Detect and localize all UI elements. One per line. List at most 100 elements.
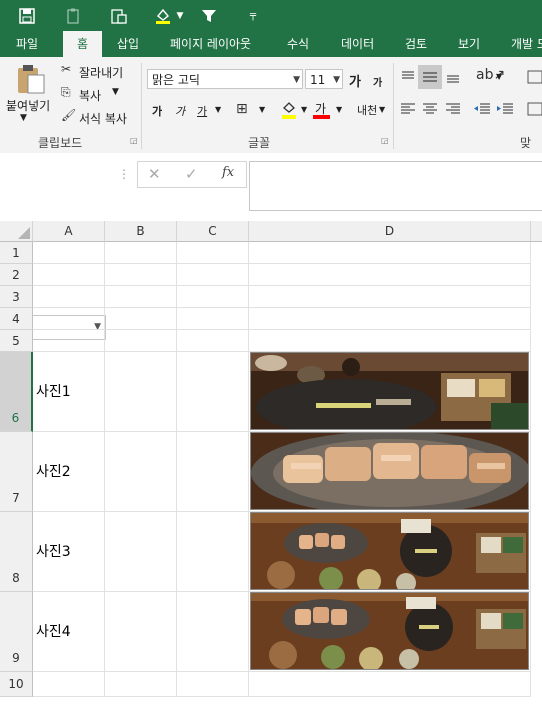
grid-cell-a8[interactable]: 사진3: [33, 512, 105, 592]
grid-cell-a7[interactable]: 사진2: [33, 432, 105, 512]
row-header[interactable]: 9: [0, 592, 33, 672]
tab-home[interactable]: 홈: [63, 31, 102, 57]
grid-cell[interactable]: [177, 512, 249, 592]
fill-color-icon[interactable]: [281, 100, 297, 120]
format-painter-button[interactable]: 서식 복사: [79, 110, 127, 127]
grid-cell[interactable]: [177, 286, 249, 308]
grid-cell-a9[interactable]: 사진4: [33, 592, 105, 672]
row-header[interactable]: 10: [0, 672, 33, 697]
grid-cell[interactable]: [105, 242, 177, 264]
format-painter-icon[interactable]: 🖌: [61, 108, 76, 122]
grid-cell[interactable]: [33, 330, 105, 352]
grid-cell[interactable]: [105, 352, 177, 432]
decrease-indent-icon[interactable]: [473, 101, 491, 117]
row-header[interactable]: 3: [0, 286, 33, 308]
align-right-icon[interactable]: [445, 101, 461, 117]
grid-cell[interactable]: [105, 512, 177, 592]
grid-cell[interactable]: [105, 264, 177, 286]
clipboard-launcher-icon[interactable]: ◲: [130, 136, 138, 145]
grid-cell[interactable]: [177, 308, 249, 330]
grid-cell[interactable]: [177, 432, 249, 512]
merge-center-icon[interactable]: [527, 101, 542, 117]
grid-cell[interactable]: [177, 592, 249, 672]
row-header[interactable]: 7: [0, 432, 33, 512]
row-header[interactable]: 5: [0, 330, 33, 352]
grid-cell[interactable]: [105, 432, 177, 512]
font-color-icon[interactable]: 가: [313, 100, 331, 120]
food-photo-2[interactable]: [250, 432, 529, 510]
grid-cell[interactable]: [33, 286, 105, 308]
orientation-dropdown-icon[interactable]: ▼: [496, 72, 502, 81]
column-header[interactable]: A: [33, 221, 105, 242]
column-header[interactable]: C: [177, 221, 249, 242]
grid-cell[interactable]: [177, 242, 249, 264]
grid-cell[interactable]: [105, 592, 177, 672]
grid-cell[interactable]: [177, 352, 249, 432]
grid-cell[interactable]: [105, 672, 177, 697]
font-name-combo[interactable]: 맑은 고딕 ▼: [147, 69, 303, 89]
paste-button[interactable]: 붙여넣기: [6, 97, 50, 114]
grid-cell[interactable]: [105, 308, 177, 330]
tab-file[interactable]: 파일: [16, 31, 38, 57]
paste-dropdown-icon[interactable]: ▼: [20, 113, 27, 123]
cancel-icon[interactable]: ✕: [148, 165, 161, 183]
food-photo-1[interactable]: [250, 352, 529, 430]
insert-function-button[interactable]: fx: [222, 165, 234, 180]
borders-dropdown-icon[interactable]: ▼: [259, 105, 265, 114]
paste-icon[interactable]: [16, 63, 46, 95]
align-top-icon[interactable]: [400, 69, 416, 85]
copy-dropdown-icon[interactable]: ▼: [112, 87, 119, 97]
font-color-dropdown-icon[interactable]: ▼: [336, 105, 342, 114]
customize-qat-icon[interactable]: ╤: [246, 0, 260, 31]
save-icon[interactable]: [14, 0, 40, 31]
grow-font-button[interactable]: 가: [349, 71, 361, 90]
grid-cell[interactable]: [249, 264, 531, 286]
underline-button[interactable]: 가: [197, 103, 207, 119]
select-all-corner[interactable]: [0, 221, 33, 242]
underline-dropdown-icon[interactable]: ▼: [215, 105, 221, 114]
grid-cell[interactable]: [105, 286, 177, 308]
formula-input[interactable]: [249, 161, 542, 211]
grid-cell[interactable]: [33, 242, 105, 264]
grid-cell[interactable]: [33, 308, 105, 330]
scissors-icon[interactable]: ✂: [61, 62, 71, 76]
row-header[interactable]: 1: [0, 242, 33, 264]
tab-developer[interactable]: 개발 도: [511, 31, 542, 57]
grid-cell[interactable]: [249, 330, 531, 352]
filter-icon[interactable]: [196, 0, 222, 31]
grid-cell[interactable]: [33, 264, 105, 286]
fill-color-dropdown-icon[interactable]: ▼: [174, 0, 186, 31]
food-photo-3[interactable]: [250, 512, 529, 590]
grid-cell[interactable]: [105, 330, 177, 352]
grid-cell[interactable]: [249, 672, 531, 697]
column-header[interactable]: [531, 221, 542, 242]
grid-cell-a6[interactable]: 사진1: [33, 352, 105, 432]
row-header[interactable]: 4: [0, 308, 33, 330]
grid-cell[interactable]: [33, 672, 105, 697]
clipboard-icon[interactable]: [60, 0, 86, 31]
tab-page-layout[interactable]: 페이지 레이아웃: [170, 31, 251, 57]
increase-indent-icon[interactable]: [496, 101, 514, 117]
row-header[interactable]: 8: [0, 512, 33, 592]
row-header[interactable]: 2: [0, 264, 33, 286]
borders-icon[interactable]: ⊞: [236, 101, 248, 117]
wrap-text-icon[interactable]: [527, 69, 542, 85]
row-header-selected[interactable]: 6: [0, 352, 33, 432]
grid-cell[interactable]: [249, 308, 531, 330]
paste-special-icon[interactable]: [106, 0, 132, 31]
grid-cell[interactable]: [177, 672, 249, 697]
enter-icon[interactable]: ✓: [185, 165, 198, 183]
phonetic-dropdown-icon[interactable]: ▼: [379, 105, 385, 114]
tab-view[interactable]: 보기: [458, 31, 480, 57]
font-size-combo[interactable]: 11 ▼: [305, 69, 343, 89]
tab-insert[interactable]: 삽입: [117, 31, 139, 57]
grid-cell[interactable]: [177, 264, 249, 286]
copy-icon[interactable]: ⎘: [61, 85, 71, 100]
align-middle-icon[interactable]: [418, 65, 442, 89]
align-center-icon[interactable]: [422, 101, 438, 117]
font-launcher-icon[interactable]: ◲: [381, 136, 389, 145]
column-header[interactable]: D: [249, 221, 531, 242]
tab-data[interactable]: 데이터: [341, 31, 374, 57]
cut-button[interactable]: 잘라내기: [79, 64, 123, 81]
align-bottom-icon[interactable]: [445, 69, 461, 85]
